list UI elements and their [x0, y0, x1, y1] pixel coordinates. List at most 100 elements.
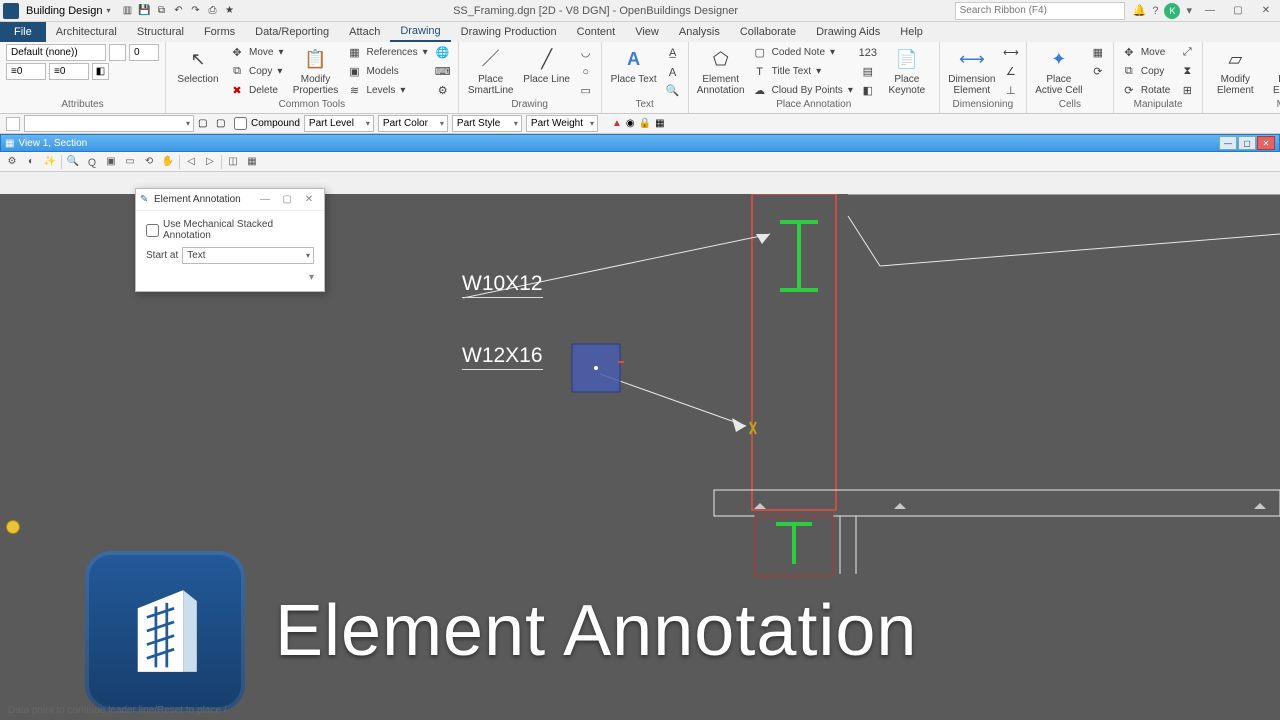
maximize-button[interactable]: ▢ [1224, 0, 1252, 22]
tab-drawing-aids[interactable]: Drawing Aids [806, 22, 890, 42]
qat-redo-icon[interactable]: ↷ [188, 4, 202, 18]
qat-saveas-icon[interactable]: ⧉ [154, 4, 168, 18]
models-btn[interactable]: ▣Models [345, 63, 429, 80]
element-annotation[interactable]: ⬠Element Annotation [695, 44, 747, 96]
qat-print-icon[interactable]: ⎙ [205, 4, 219, 18]
dialog-minimize-button[interactable]: — [254, 194, 276, 205]
change-text-icon[interactable]: Ａ [664, 63, 682, 80]
move-tool[interactable]: ✥Move ▾ [228, 44, 285, 61]
part-swatch[interactable]: ▢ [198, 118, 212, 129]
part-color-selector[interactable]: Part Color [378, 115, 448, 132]
view-attrs-icon[interactable]: ⚙ [4, 154, 20, 170]
grid-toggle-icon[interactable]: ▦ [655, 118, 664, 129]
tab-view[interactable]: View [625, 22, 669, 42]
window-area-icon[interactable]: ▭ [122, 154, 138, 170]
settings-chevron-icon[interactable]: ▾ [1186, 4, 1192, 17]
view-prev-icon[interactable]: ◁ [183, 154, 199, 170]
ribbon-search-input[interactable]: Search Ribbon (F4) [955, 2, 1125, 20]
manip-rotate[interactable]: ⟳Rotate [1120, 82, 1174, 99]
display-style-icon[interactable]: ◐ [23, 154, 39, 170]
view-next-icon[interactable]: ▷ [202, 154, 218, 170]
minimize-button[interactable]: — [1196, 0, 1224, 22]
family-selector[interactable] [24, 115, 194, 132]
references-btn[interactable]: ▦References ▾ [345, 44, 429, 61]
place-callout-icon[interactable]: ◧ [859, 82, 877, 99]
qat-save-icon[interactable]: 💾 [137, 4, 151, 18]
use-mechanical-checkbox[interactable]: Use Mechanical Stacked Annotation [146, 219, 314, 241]
part-style-selector[interactable]: Part Style [452, 115, 522, 132]
view-maximize-button[interactable]: ▢ [1238, 136, 1256, 150]
tab-drawing-production[interactable]: Drawing Production [451, 22, 567, 42]
compound-checkbox[interactable] [234, 117, 247, 130]
cloud-by-points[interactable]: ☁Cloud By Points ▾ [751, 82, 855, 99]
place-active-cell[interactable]: ✦Place Active Cell [1033, 44, 1085, 96]
modify-properties[interactable]: 📋Modify Properties [289, 44, 341, 96]
zoom-in-icon[interactable]: 🔍 [65, 154, 81, 170]
reference-indicator-icon[interactable] [6, 520, 20, 534]
modify-element[interactable]: ▱Modify Element [1209, 44, 1261, 96]
dialog-pin-button[interactable]: ▢ [276, 194, 298, 205]
copy-tool[interactable]: ⧉Copy ▾ [228, 63, 285, 80]
clip-mask-icon[interactable]: ▦ [244, 154, 260, 170]
dialog-expand-icon[interactable]: ▾ [146, 272, 314, 283]
explorer-icon[interactable]: 🌐 [434, 44, 452, 61]
edit-text-icon[interactable]: A̲ [664, 44, 682, 61]
coded-note[interactable]: ▢Coded Note ▾ [751, 44, 855, 61]
dialog-close-button[interactable]: ✕ [298, 194, 320, 205]
selection-tool[interactable]: ↖Selection [172, 44, 224, 85]
keyin-icon[interactable]: ⌨ [434, 63, 452, 80]
manip-move[interactable]: ✥Move [1120, 44, 1174, 61]
notification-icon[interactable]: 🔔 [1133, 4, 1147, 17]
manip-scale-icon[interactable]: ⤢ [1178, 44, 1196, 61]
title-text[interactable]: TTitle Text ▾ [751, 63, 855, 80]
fit-view-icon[interactable]: ▣ [103, 154, 119, 170]
start-at-selector[interactable]: Text [182, 247, 314, 264]
arc-icon[interactable]: ◡ [577, 44, 595, 61]
dim-angular-icon[interactable]: ∠ [1002, 63, 1020, 80]
manip-copy[interactable]: ⧉Copy [1120, 63, 1174, 80]
accudraw-icon[interactable]: ▲ [612, 118, 622, 129]
place-smartline[interactable]: ／Place SmartLine [465, 44, 517, 96]
tab-analysis[interactable]: Analysis [669, 22, 730, 42]
circle-icon[interactable]: ○ [577, 63, 595, 80]
tab-content[interactable]: Content [567, 22, 626, 42]
manip-mirror-icon[interactable]: ⧗ [1178, 63, 1196, 80]
manip-array-icon[interactable]: ⊞ [1178, 82, 1196, 99]
level-selector[interactable]: Default (none)) [6, 44, 106, 61]
user-avatar[interactable]: K [1164, 3, 1180, 19]
place-label-icon[interactable]: ▤ [859, 63, 877, 80]
delete-tool[interactable]: ✖Delete [228, 82, 285, 99]
linestyle-0[interactable]: ≡ 0 [6, 63, 46, 80]
transparency-icon[interactable]: ◧ [92, 63, 109, 80]
cell-lib-icon[interactable]: ▦ [1089, 44, 1107, 61]
tab-collaborate[interactable]: Collaborate [730, 22, 806, 42]
tab-forms[interactable]: Forms [194, 22, 245, 42]
view-window-header[interactable]: ▦ View 1, Section — ▢ ✕ [0, 134, 1280, 152]
clip-volume-icon[interactable]: ◫ [225, 154, 241, 170]
pan-icon[interactable]: ✋ [160, 154, 176, 170]
dimension-element[interactable]: ⟷Dimension Element [946, 44, 998, 96]
rotate-view-icon[interactable]: ⟲ [141, 154, 157, 170]
color-swatch[interactable] [109, 44, 126, 61]
adjust-icon[interactable]: ✨ [42, 154, 58, 170]
part-weight-selector[interactable]: Part Weight [526, 115, 598, 132]
replace-cell-icon[interactable]: ⟳ [1089, 63, 1107, 80]
part-swatch2[interactable]: ▢ [216, 118, 230, 129]
qat-open-icon[interactable]: ▥ [120, 4, 134, 18]
view-minimize-button[interactable]: — [1219, 136, 1237, 150]
find-text-icon[interactable]: 🔍 [664, 82, 682, 99]
tab-structural[interactable]: Structural [127, 22, 194, 42]
break-element[interactable]: ⎋Break Element [1265, 44, 1280, 96]
place-note-icon[interactable]: 123 [859, 44, 877, 61]
close-button[interactable]: ✕ [1252, 0, 1280, 22]
lineweight-0b[interactable]: ≡ 0 [49, 63, 89, 80]
lock-toggle-icon[interactable]: 🔒 [639, 118, 651, 129]
qat-more-icon[interactable]: ★ [222, 4, 236, 18]
snap-icon[interactable]: ◉ [626, 118, 635, 129]
element-annotation-dialog[interactable]: ✎ Element Annotation — ▢ ✕ Use Mechanica… [135, 188, 325, 292]
workflow-selector[interactable]: Building Design [22, 5, 106, 17]
tab-architectural[interactable]: Architectural [46, 22, 127, 42]
tab-attach[interactable]: Attach [339, 22, 390, 42]
workflow-dropdown-icon[interactable]: ▾ [106, 6, 110, 15]
help-icon[interactable]: ? [1152, 5, 1158, 17]
